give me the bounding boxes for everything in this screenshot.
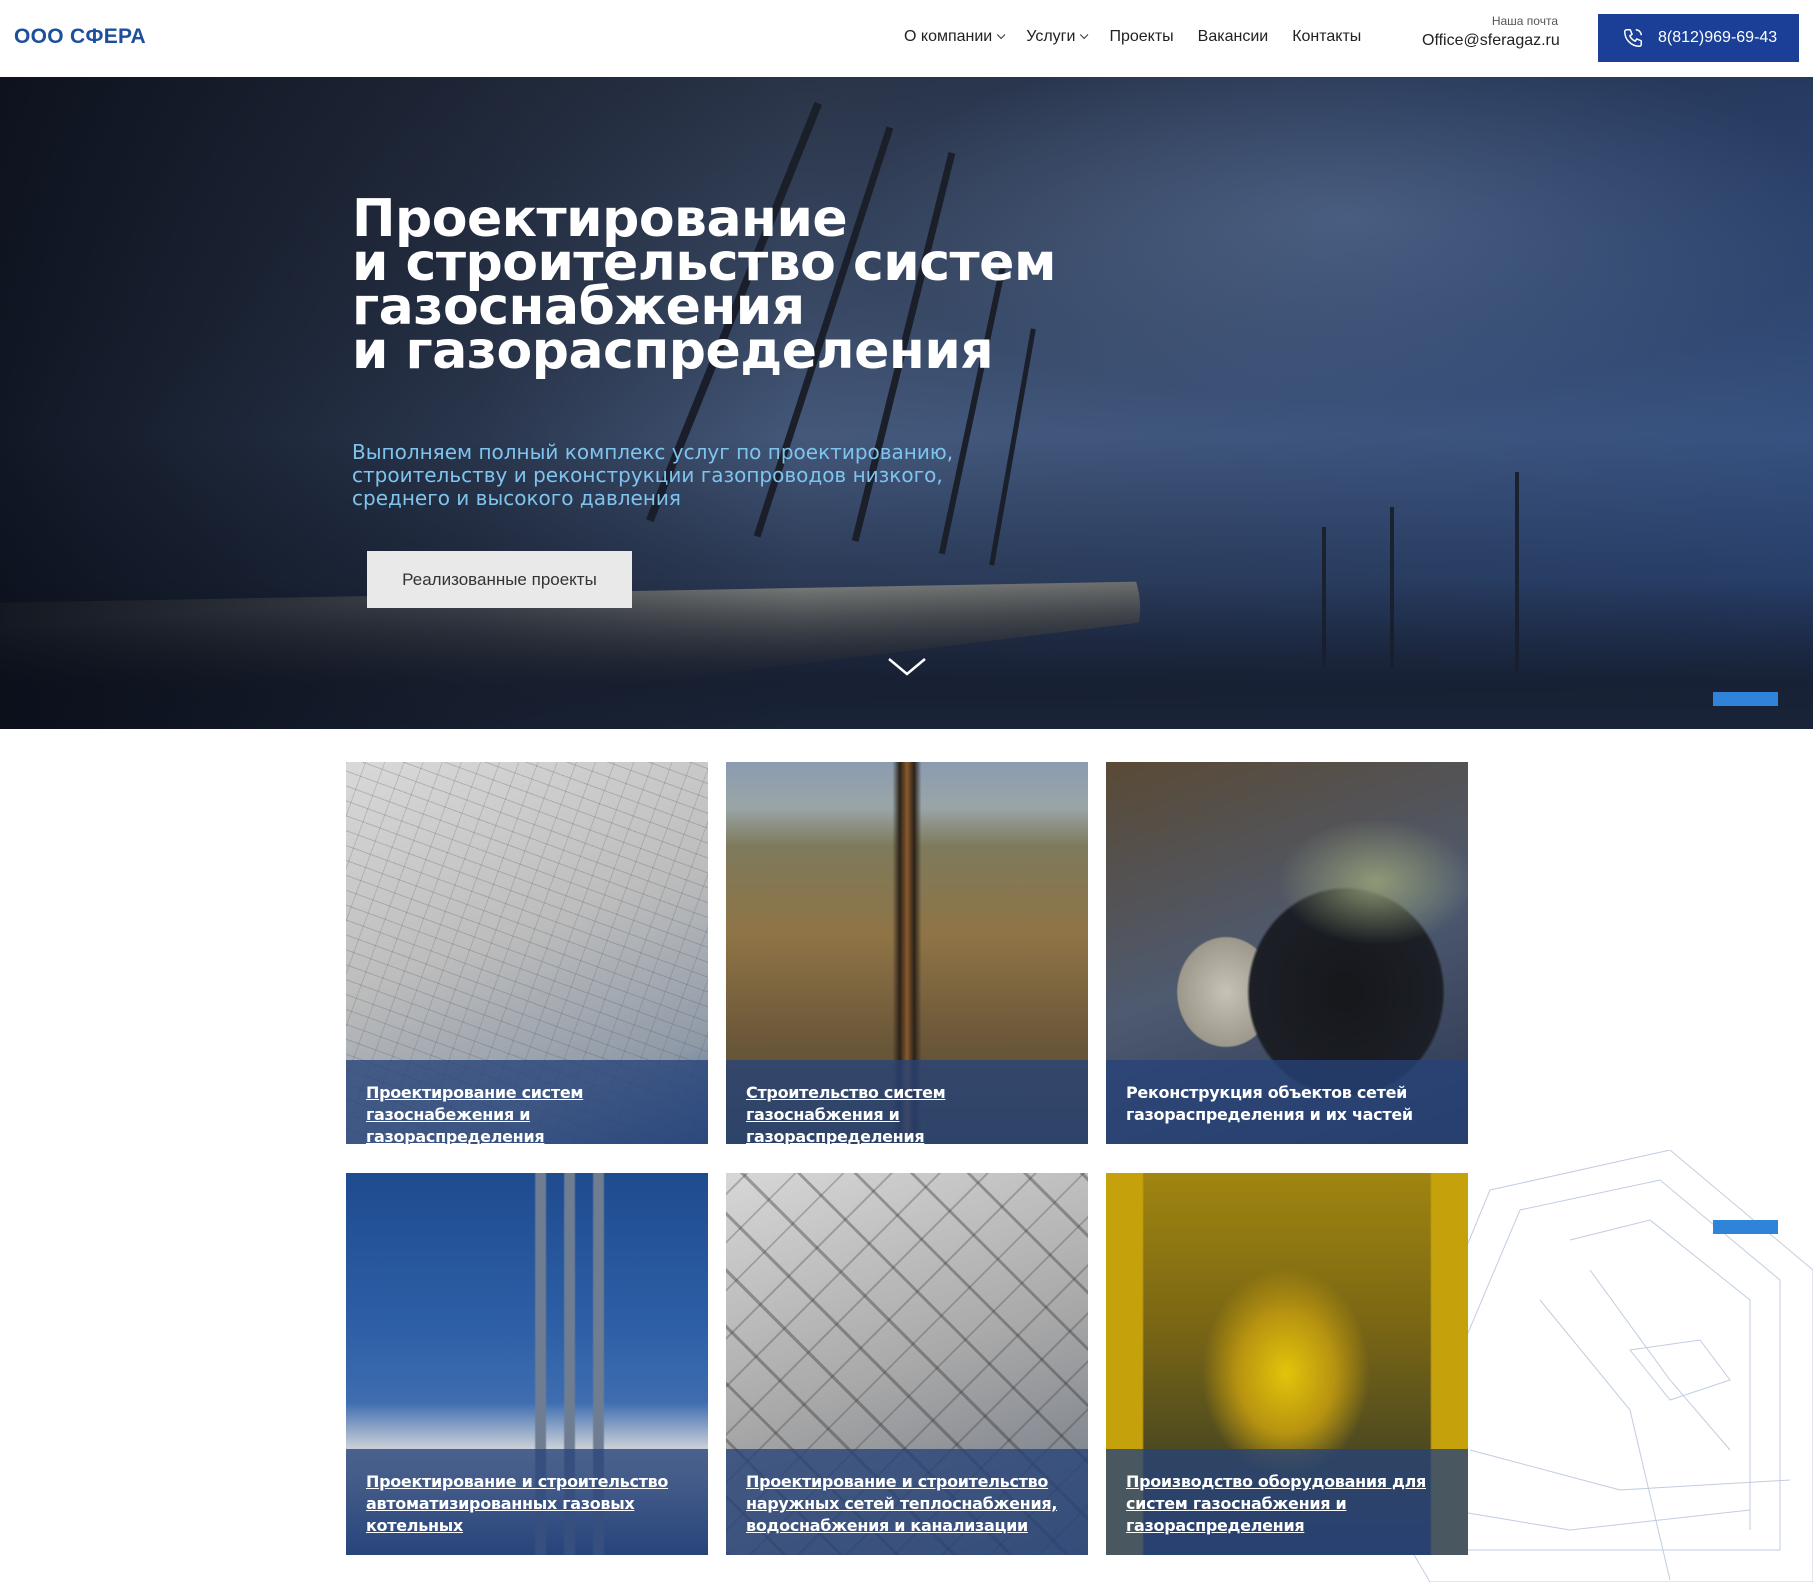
nav-item-label: Услуги bbox=[1026, 28, 1076, 45]
service-card-networks[interactable]: Проектирование и строительство наружных … bbox=[726, 1173, 1088, 1555]
nav-item-label: Проекты bbox=[1109, 28, 1174, 45]
main-nav: О компании Услуги Проекты Вакансии Конта… bbox=[904, 28, 1385, 46]
hero-subtitle: Выполняем полный комплекс услуг по проек… bbox=[352, 440, 954, 510]
chevron-down-icon bbox=[997, 30, 1006, 40]
card-caption[interactable]: Реконструкция объектов сетей газораспред… bbox=[1106, 1060, 1468, 1144]
service-card-equipment[interactable]: Производство оборудования для систем газ… bbox=[1106, 1173, 1468, 1555]
card-caption[interactable]: Строительство систем газоснабжения и газ… bbox=[726, 1060, 1088, 1144]
card-caption[interactable]: Проектирование систем газоснабежения и г… bbox=[346, 1060, 708, 1144]
mail-label: Наша почта bbox=[1491, 14, 1558, 28]
nav-item-vacancies[interactable]: Вакансии bbox=[1198, 28, 1269, 46]
service-card-boilers[interactable]: Проектирование и строительство автоматиз… bbox=[346, 1173, 708, 1555]
nav-item-label: Вакансии bbox=[1197, 28, 1269, 45]
projects-button[interactable]: Реализованные проекты bbox=[367, 551, 632, 608]
nav-item-contacts[interactable]: Контакты bbox=[1292, 28, 1361, 46]
card-caption[interactable]: Проектирование и строительство автоматиз… bbox=[346, 1449, 708, 1555]
service-card-reconstruction[interactable]: Реконструкция объектов сетей газораспред… bbox=[1106, 762, 1468, 1144]
logo[interactable]: ООО СФЕРА bbox=[14, 25, 146, 49]
service-card-design[interactable]: Проектирование систем газоснабежения и г… bbox=[346, 762, 708, 1144]
slider-indicator[interactable] bbox=[1713, 692, 1778, 706]
nav-item-projects[interactable]: Проекты bbox=[1109, 28, 1173, 46]
card-caption[interactable]: Проектирование и строительство наружных … bbox=[726, 1449, 1088, 1555]
nav-item-about[interactable]: О компании bbox=[904, 28, 1006, 46]
site-header: ООО СФЕРА О компании Услуги Проекты Вака… bbox=[0, 0, 1813, 77]
nav-item-label: Контакты bbox=[1292, 28, 1362, 45]
hero-title: Проектирование и строительство систем га… bbox=[352, 189, 1056, 381]
phone-icon bbox=[1624, 29, 1642, 47]
mail-block: Наша почта Office@sferagaz.ru bbox=[1422, 14, 1560, 50]
card-caption[interactable]: Производство оборудования для систем газ… bbox=[1106, 1449, 1468, 1555]
nav-item-label: О компании bbox=[904, 28, 993, 45]
chevron-down-icon[interactable] bbox=[886, 655, 928, 679]
phone-number: 8(812)969-69-43 bbox=[1658, 29, 1778, 46]
hero-banner: Проектирование и строительство систем га… bbox=[0, 77, 1813, 729]
chevron-down-icon bbox=[1080, 30, 1089, 40]
service-card-construction[interactable]: Строительство систем газоснабжения и газ… bbox=[726, 762, 1088, 1144]
mail-link[interactable]: Office@sferagaz.ru bbox=[1422, 32, 1560, 50]
side-indicator[interactable] bbox=[1713, 1220, 1778, 1234]
phone-button[interactable]: 8(812)969-69-43 bbox=[1598, 14, 1799, 62]
nav-item-services[interactable]: Услуги bbox=[1026, 28, 1089, 46]
